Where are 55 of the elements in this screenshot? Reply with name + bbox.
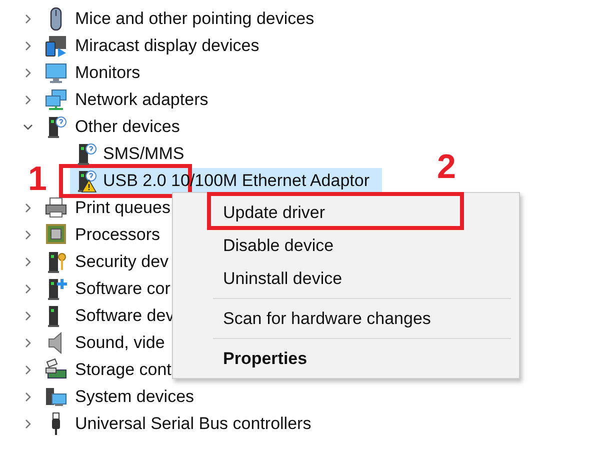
tree-item-label: Other devices — [75, 116, 180, 136]
key-device-icon — [45, 250, 67, 274]
chevron-icon[interactable] — [23, 364, 33, 374]
tree-item[interactable]: Security dev — [45, 248, 175, 274]
printer-icon — [45, 196, 67, 220]
tree-item-label: Software cor — [75, 278, 170, 298]
chevron-icon[interactable] — [23, 122, 33, 132]
tree-item-label: Universal Serial Bus controllers — [75, 414, 312, 434]
device-icon — [48, 304, 60, 328]
tree-item-label: Sound, vide — [75, 332, 165, 352]
tree-item[interactable]: SMS/MMS — [70, 140, 190, 166]
tree-item-label: Network adapters — [75, 90, 208, 110]
network-icon — [45, 88, 67, 112]
tree-item[interactable]: Other devices — [45, 114, 186, 140]
tree-item-label: Security dev — [75, 252, 169, 272]
tree-item[interactable]: Network adapters — [45, 86, 214, 112]
device-icon — [45, 114, 67, 138]
display-icon — [45, 34, 67, 58]
chevron-icon[interactable] — [23, 94, 33, 104]
chevron-icon[interactable] — [23, 392, 33, 402]
chevron-icon[interactable] — [23, 230, 33, 240]
chevron-icon[interactable] — [23, 68, 33, 78]
storage-icon — [45, 358, 67, 382]
chevron-icon[interactable] — [23, 338, 33, 348]
menu-item[interactable]: Disable device — [173, 229, 519, 262]
chevron-icon[interactable] — [23, 256, 33, 266]
tree-item-label: SMS/MMS — [103, 144, 184, 164]
chevron-icon[interactable] — [23, 202, 33, 212]
tree-item[interactable]: System devices — [45, 384, 200, 410]
tree-item[interactable]: Processors — [45, 222, 166, 248]
chevron-icon[interactable] — [23, 40, 33, 50]
tree-item[interactable]: Monitors — [45, 60, 146, 86]
device-icon — [75, 142, 97, 166]
warning-device-icon — [75, 168, 97, 192]
tree-item-label: Mice and other pointing devices — [75, 8, 314, 28]
processor-icon — [45, 222, 67, 246]
tree-item-label: Processors — [75, 224, 160, 244]
device-icon — [45, 276, 67, 300]
tree-item-label: Storage cont — [75, 360, 172, 380]
chevron-icon[interactable] — [23, 14, 33, 24]
tree-item-label: Miracast display devices — [75, 36, 260, 56]
chevron-icon[interactable] — [23, 418, 33, 428]
chevron-icon[interactable] — [23, 284, 33, 294]
step-number: 1 — [28, 162, 47, 196]
tree-item[interactable]: Mice and other pointing devices — [45, 6, 320, 32]
step-number: 2 — [437, 150, 456, 184]
chevron-icon[interactable] — [23, 310, 33, 320]
tree-item-label: System devices — [75, 386, 194, 406]
menu-item[interactable]: Scan for hardware changes — [173, 302, 519, 335]
tree-item-label: Print queues — [75, 198, 170, 218]
tree-item[interactable]: Universal Serial Bus controllers — [45, 410, 318, 436]
monitor-icon — [45, 60, 67, 84]
tree-item-label: Monitors — [75, 62, 140, 82]
tree-item[interactable]: Miracast display devices — [45, 32, 266, 58]
tree-item[interactable]: Sound, vide — [45, 330, 171, 356]
